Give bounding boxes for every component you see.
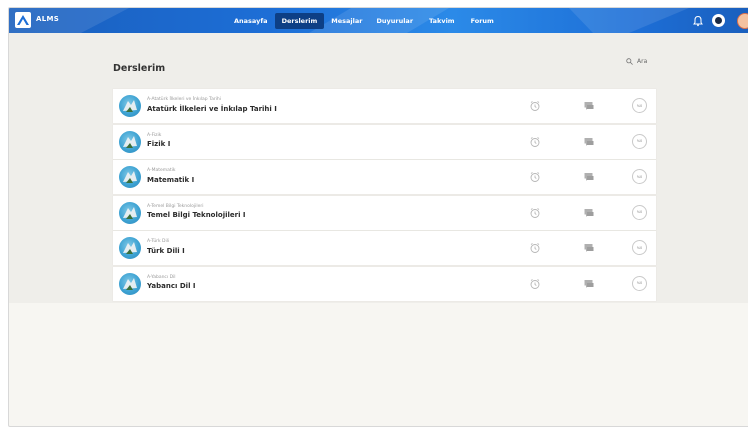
course-card[interactable]: A-Fizik Fizik I %0 (113, 124, 656, 159)
page-title: Derslerim (113, 63, 166, 74)
course-code: A-Fizik (147, 132, 162, 138)
nav-anasayfa[interactable]: Anasayfa (227, 13, 275, 29)
alarm-clock-icon[interactable] (529, 278, 541, 290)
search-label: Ara (637, 58, 648, 65)
course-card[interactable]: A-Türk Dili Türk Dili I %0 (113, 231, 656, 266)
profile-avatar[interactable] (737, 12, 748, 29)
course-image (119, 166, 141, 189)
course-name[interactable]: Atatürk İlkeleri ve İnkılap Tarihi I (147, 105, 277, 113)
grade-badge[interactable]: %0 (632, 275, 647, 291)
course-image (119, 95, 141, 117)
course-image (119, 130, 141, 153)
course-card[interactable]: A-Temel Bilgi Teknolojileri Temel Bilgi … (113, 195, 656, 230)
course-list: A-Atatürk İlkeleri ve İnkılap Tarihi Ata… (113, 89, 656, 303)
course-name[interactable]: Türk Dili I (147, 247, 185, 255)
course-name[interactable]: Yabancı Dil I (147, 282, 196, 290)
grade-badge[interactable]: %0 (632, 240, 647, 256)
alarm-clock-icon[interactable] (529, 100, 541, 112)
user-circle-icon[interactable] (712, 14, 725, 27)
nav-mesajlar[interactable]: Mesajlar (324, 13, 369, 29)
alarm-clock-icon[interactable] (529, 207, 541, 219)
chat-icon[interactable] (583, 171, 595, 183)
course-name[interactable]: Temel Bilgi Teknolojileri I (147, 211, 246, 219)
course-card[interactable]: A-Yabancı Dil Yabancı Dil I %0 (113, 266, 656, 301)
course-image (119, 237, 141, 260)
chat-icon[interactable] (583, 136, 595, 148)
course-card[interactable]: A-Matematik Matematik I %0 (113, 160, 656, 195)
course-code: A-Temel Bilgi Teknolojileri (147, 203, 204, 209)
chat-icon[interactable] (583, 278, 595, 290)
alarm-clock-icon[interactable] (529, 242, 541, 254)
course-image (119, 201, 141, 224)
chat-icon[interactable] (583, 100, 595, 112)
course-name[interactable]: Fizik I (147, 140, 170, 148)
grade-badge[interactable]: %0 (632, 169, 647, 185)
nav-derslerim[interactable]: Derslerim (274, 12, 325, 29)
grade-badge[interactable]: %0 (632, 204, 647, 220)
course-image (119, 272, 141, 295)
nav-takvim[interactable]: Takvim (422, 13, 462, 29)
main-content: Derslerim Ara A-Atatürk İlkeleri ve İnkı… (9, 33, 748, 303)
nav-forum[interactable]: Forum (464, 13, 501, 29)
app-name[interactable]: ALMS (36, 15, 59, 23)
app-window: ALMS Anasayfa Derslerim Mesajlar Duyurul… (8, 7, 748, 427)
alms-logo-icon[interactable] (15, 12, 31, 28)
grade-badge[interactable]: %0 (632, 133, 647, 149)
bell-icon[interactable] (692, 15, 704, 27)
course-name[interactable]: Matematik I (147, 176, 194, 184)
course-code: A-Türk Dili (147, 239, 170, 245)
chat-icon[interactable] (583, 242, 595, 254)
search-icon (626, 58, 633, 65)
chat-icon[interactable] (583, 207, 595, 219)
course-code: A-Atatürk İlkeleri ve İnkılap Tarihi (147, 97, 222, 102)
main-nav: Anasayfa Derslerim Mesajlar Duyurular Ta… (227, 8, 501, 33)
alarm-clock-icon[interactable] (529, 136, 541, 148)
header-actions (692, 8, 748, 33)
search-button[interactable]: Ara (626, 58, 647, 65)
nav-duyurular[interactable]: Duyurular (369, 13, 420, 29)
top-navigation-bar: ALMS Anasayfa Derslerim Mesajlar Duyurul… (9, 8, 748, 33)
course-code: A-Matematik (147, 168, 176, 174)
course-code: A-Yabancı Dil (147, 274, 176, 280)
course-card[interactable]: A-Atatürk İlkeleri ve İnkılap Tarihi Ata… (113, 89, 656, 123)
grade-badge[interactable]: %0 (632, 98, 647, 113)
alarm-clock-icon[interactable] (529, 171, 541, 183)
